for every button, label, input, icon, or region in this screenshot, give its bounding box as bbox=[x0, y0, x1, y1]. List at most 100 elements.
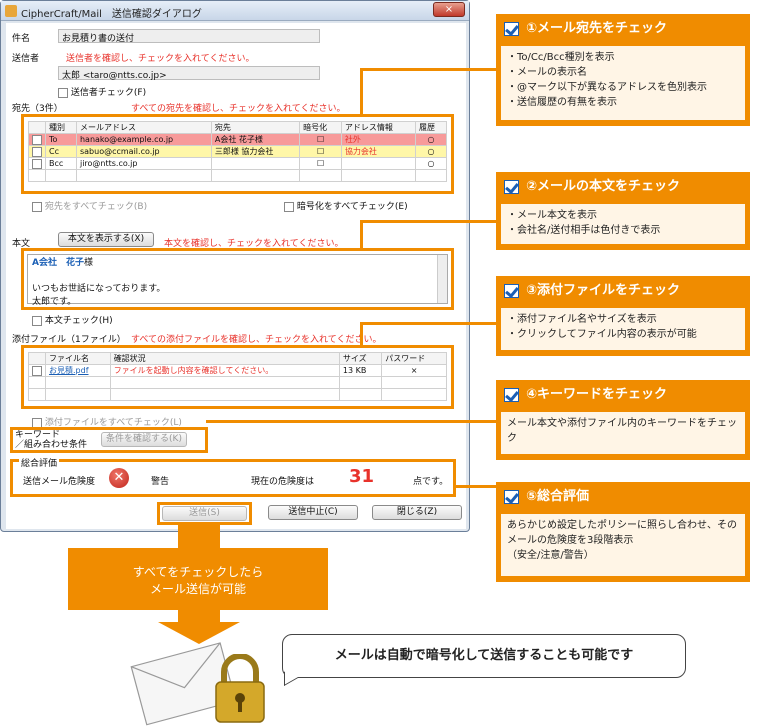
annotation-title: ④キーワードをチェック bbox=[526, 387, 668, 402]
sender-checkbox[interactable] bbox=[58, 87, 68, 98]
window-close-button[interactable]: × bbox=[433, 2, 465, 17]
recipient-email: sabuo@ccmail.co.jp bbox=[75, 145, 212, 158]
column-header: サイズ bbox=[338, 352, 383, 365]
row-checkbox[interactable] bbox=[32, 365, 42, 376]
row-checkbox[interactable] bbox=[32, 158, 42, 169]
annotation-overall: ⑤総合評価 あらかじめ設定したポリシーに照らし合わせ、そのメールの危険度を3段階… bbox=[496, 482, 750, 582]
body-scrollbar[interactable] bbox=[437, 255, 447, 303]
column-header: パスワード bbox=[381, 352, 447, 365]
connector bbox=[206, 420, 496, 423]
column-header: ファイル名 bbox=[45, 352, 111, 365]
address-info bbox=[340, 157, 417, 170]
check-conditions-button[interactable]: 条件を確認する(K) bbox=[101, 432, 187, 447]
column-header: 履歴 bbox=[415, 121, 447, 134]
row-checkbox[interactable] bbox=[32, 146, 42, 157]
body-preview[interactable]: A会社 花子様 いつもお世話になっております。 太郎です。 bbox=[27, 254, 448, 307]
table-row[interactable]: Cc sabuo@ccmail.co.jp 三郎様 協力会社 ☐ 協力会社 ○ bbox=[28, 145, 447, 158]
body-honorific: 様 bbox=[84, 258, 94, 268]
recipient-type: Bcc bbox=[45, 157, 77, 170]
encrypt-checkbox[interactable]: ☐ bbox=[299, 157, 342, 170]
auto-encrypt-callout: メールは自動で暗号化して送信することも可能です bbox=[282, 634, 686, 678]
recipient-type: To bbox=[45, 133, 77, 146]
annotation-title: ②メールの本文をチェック bbox=[526, 179, 681, 194]
body-company: A会社 bbox=[32, 258, 57, 268]
annotation-body: ・To/Cc/Bcc種別を表示 ・メールの表示名 ・@マーク以下が異なるアドレス… bbox=[501, 46, 745, 120]
subject-label: 件名 bbox=[12, 34, 31, 44]
connector bbox=[360, 220, 496, 223]
padlock-icon bbox=[215, 654, 265, 723]
table-row[interactable]: Bcc jiro@ntts.co.jp ☐ ○ bbox=[28, 157, 447, 170]
table-row bbox=[28, 169, 447, 182]
body-check[interactable]: 本文チェック(H) bbox=[32, 313, 113, 326]
check-all-recipients[interactable]: 宛先をすべてチェック(B) bbox=[32, 199, 147, 212]
attachment-link[interactable]: お見積.pdf bbox=[45, 364, 111, 377]
column-header: アドレス情報 bbox=[340, 121, 417, 134]
body-line: いつもお世話になっております。 bbox=[32, 284, 166, 294]
body-line: 太郎です。 bbox=[32, 297, 77, 307]
encrypt-all[interactable]: 暗号化をすべてチェック(E) bbox=[284, 199, 408, 212]
sender-instruction: 送信者を確認し、チェックを入れてください。 bbox=[66, 54, 255, 64]
arrow-stem bbox=[178, 610, 220, 622]
recipient-email: jiro@ntts.co.jp bbox=[75, 157, 212, 170]
send-condition-banner: すべてをチェックしたら メール送信が可能 bbox=[68, 548, 328, 610]
address-info: 協力会社 bbox=[340, 145, 417, 158]
recipient-name: 三郎様 協力会社 bbox=[210, 145, 301, 158]
table-row bbox=[28, 388, 447, 401]
sender-label: 送信者 bbox=[12, 54, 40, 64]
risk-text: 現在の危険度は bbox=[251, 477, 315, 487]
table-row[interactable]: To hanako@example.co.jp A会社 花子様 ☐ 社外 ○ bbox=[28, 133, 447, 146]
encrypt-checkbox[interactable]: ☐ bbox=[299, 133, 342, 146]
connector bbox=[360, 68, 496, 71]
attachment-status: ファイルを起動し内容を確認してください。 bbox=[109, 364, 340, 377]
check-all-recipients-label: 宛先をすべてチェック(B) bbox=[44, 202, 148, 212]
sender-check[interactable]: 送信者チェック(F) bbox=[58, 85, 146, 98]
column-header: メールアドレス bbox=[75, 121, 212, 134]
encrypt-checkbox[interactable]: ☐ bbox=[299, 145, 342, 158]
title-bar: CipherCraft/Mail 送信確認ダイアログ × bbox=[1, 1, 469, 21]
dialog-panel: 件名 お見積り書の送付 送信者 送信者を確認し、チェックを入れてください。 太郎… bbox=[6, 23, 466, 529]
warning-label: 警告 bbox=[151, 477, 170, 487]
subject-field: お見積り書の送付 bbox=[58, 29, 320, 44]
annotation-body-check: ②メールの本文をチェック ・メール本文を表示 ・会社名/送付相手は色付きで表示 bbox=[496, 172, 750, 250]
column-header: 確認状況 bbox=[109, 352, 340, 365]
attach-table: ファイル名 確認状況 サイズ パスワード お見積.pdf ファイルを起動し内容を… bbox=[28, 352, 447, 401]
attachment-size: 13 KB bbox=[338, 364, 383, 377]
connector bbox=[360, 322, 496, 325]
annotation-keywords: ④キーワードをチェック メール本文や添付ファイル内のキーワードをチェック bbox=[496, 380, 750, 460]
body-recipient-name: 花子 bbox=[65, 258, 84, 268]
annotation-title: ①メール宛先をチェック bbox=[526, 21, 668, 36]
annotation-attachments: ③添付ファイルをチェック ・添付ファイル名やサイズを表示 ・クリックしてファイル… bbox=[496, 276, 750, 356]
attach-instruction: すべての添付ファイルを確認し、チェックを入れてください。 bbox=[131, 335, 382, 345]
overall-highlight: 総合評価 送信メール危険度 ✕ 警告 現在の危険度は 31 点です。 bbox=[10, 456, 456, 497]
body-checkbox[interactable] bbox=[32, 315, 42, 326]
attachment-password: × bbox=[381, 364, 447, 377]
row-checkbox[interactable] bbox=[32, 134, 42, 145]
encrypt-all-checkbox[interactable] bbox=[284, 201, 294, 212]
cancel-send-button[interactable]: 送信中止(C) bbox=[268, 505, 358, 520]
annotation-body: ・メール本文を表示 ・会社名/送付相手は色付きで表示 bbox=[501, 204, 745, 244]
annotation-body: メール本文や添付ファイル内のキーワードをチェック bbox=[501, 412, 745, 454]
table-row[interactable]: お見積.pdf ファイルを起動し内容を確認してください。 13 KB × bbox=[28, 364, 447, 377]
connector bbox=[455, 485, 496, 488]
close-button[interactable]: 閉じる(Z) bbox=[372, 505, 462, 520]
connector bbox=[360, 220, 363, 248]
annotation-recipients: ①メール宛先をチェック ・To/Cc/Bcc種別を表示 ・メールの表示名 ・@マ… bbox=[496, 14, 750, 126]
send-button[interactable]: 送信(S) bbox=[162, 506, 247, 521]
check-all-recipients-checkbox[interactable] bbox=[32, 201, 42, 212]
attach-header-row: ファイル名 確認状況 サイズ パスワード bbox=[28, 352, 447, 365]
check-all-attach-checkbox[interactable] bbox=[32, 417, 42, 428]
send-confirm-dialog: CipherCraft/Mail 送信確認ダイアログ × 件名 お見積り書の送付… bbox=[0, 0, 470, 532]
recipient-name: A会社 花子様 bbox=[210, 133, 301, 146]
recipients-highlight: 種別 メールアドレス 宛先 暗号化 アドレス情報 履歴 To hanako@ex… bbox=[21, 114, 454, 194]
sender-field: 太郎 <taro@ntts.co.jp> bbox=[58, 66, 320, 81]
show-body-button[interactable]: 本文を表示する(X) bbox=[58, 232, 154, 247]
body-highlight: A会社 花子様 いつもお世話になっております。 太郎です。 bbox=[21, 248, 454, 310]
connector bbox=[360, 68, 363, 116]
send-highlight: 送信(S) bbox=[157, 502, 252, 525]
recipients-instruction: すべての宛先を確認し、チェックを入れてください。 bbox=[131, 104, 346, 114]
connector bbox=[360, 322, 363, 346]
recipient-name bbox=[210, 157, 301, 170]
annotation-title: ③添付ファイルをチェック bbox=[526, 283, 681, 298]
overall-label: 総合評価 bbox=[19, 456, 60, 469]
attach-highlight: ファイル名 確認状況 サイズ パスワード お見積.pdf ファイルを起動し内容を… bbox=[21, 345, 454, 409]
